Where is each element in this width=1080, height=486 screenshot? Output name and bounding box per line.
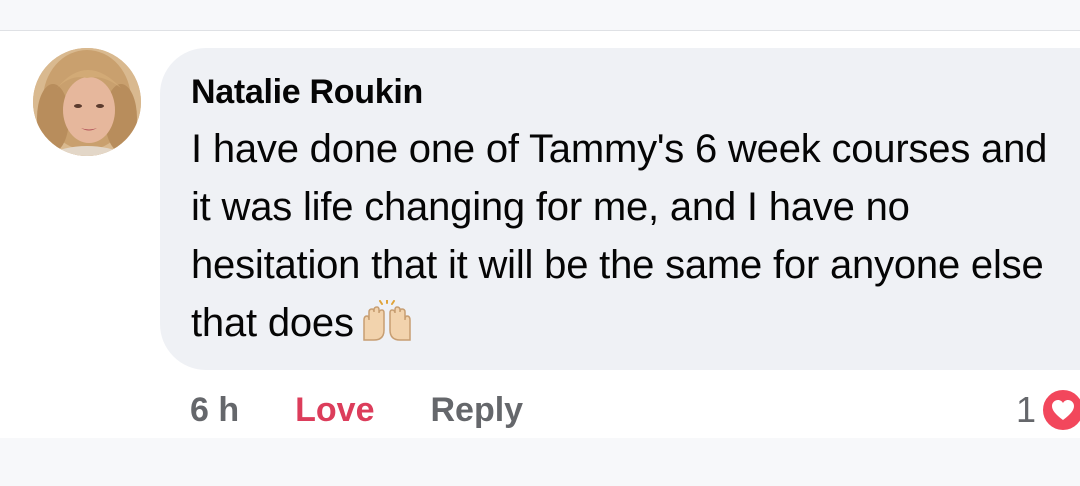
- avatar[interactable]: [33, 48, 141, 156]
- raising-hands-icon: [360, 299, 414, 358]
- love-heart-icon: [1040, 387, 1080, 433]
- comment-body: I have done one of Tammy's 6 week course…: [191, 120, 1061, 358]
- author-name[interactable]: Natalie Roukin: [191, 72, 1050, 112]
- previous-content-strip: [0, 0, 1080, 30]
- comment-bubble: Natalie Roukin I have done one of Tammy'…: [160, 48, 1080, 370]
- reaction-summary[interactable]: 1: [1016, 386, 1080, 434]
- love-button[interactable]: Love: [295, 391, 374, 430]
- reaction-count: 1: [1015, 389, 1036, 430]
- reply-button[interactable]: Reply: [430, 391, 523, 430]
- next-content-strip: [0, 438, 1080, 486]
- divider: [0, 30, 1080, 31]
- comment-timestamp[interactable]: 6 h: [190, 391, 239, 430]
- comment-text: I have done one of Tammy's 6 week course…: [191, 127, 1048, 345]
- comment-actions: 6 h Love Reply: [190, 388, 523, 432]
